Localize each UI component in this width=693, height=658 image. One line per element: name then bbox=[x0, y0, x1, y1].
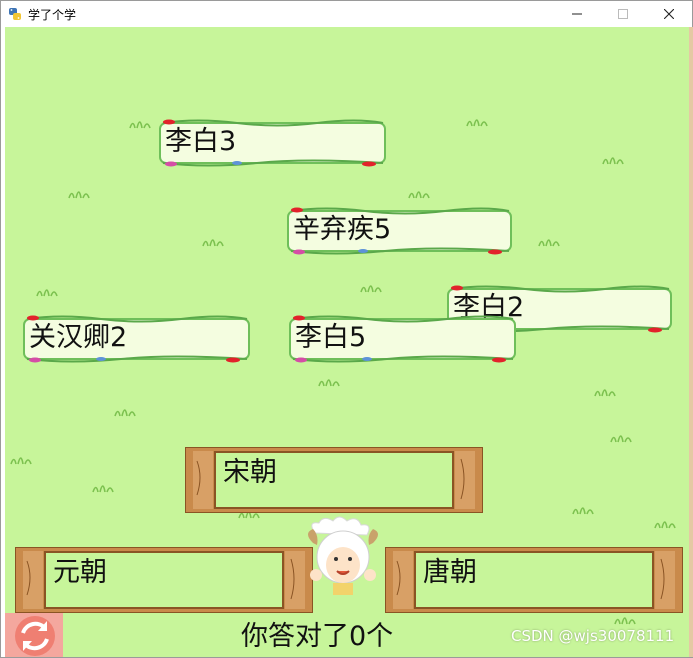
grass-tuft-icon bbox=[114, 409, 136, 417]
score-text: 你答对了0个 bbox=[241, 621, 394, 652]
minimize-button[interactable] bbox=[554, 1, 600, 27]
card-label: 李白5 bbox=[295, 322, 367, 353]
grass-tuft-icon bbox=[10, 457, 32, 465]
dynasty-bin-song[interactable]: 宋朝 bbox=[185, 447, 483, 513]
grass-tuft-icon bbox=[318, 379, 340, 387]
grass-tuft-icon bbox=[129, 121, 151, 129]
grass-tuft-icon bbox=[36, 289, 58, 297]
pleasant-goat-icon bbox=[308, 516, 378, 595]
game-board[interactable]: 李白3 辛弃疾5 李白2 关汉卿2 李白5 宋朝 元朝 唐朝 你答对了0个 CS… bbox=[5, 27, 689, 657]
close-icon bbox=[664, 9, 674, 19]
card-label: 李白3 bbox=[165, 126, 237, 157]
grass-tuft-icon bbox=[602, 157, 624, 165]
grass-tuft-icon bbox=[610, 435, 632, 443]
title-bar[interactable]: 学了个学 bbox=[1, 1, 692, 27]
grass-tuft-icon bbox=[538, 239, 560, 247]
refresh-button[interactable] bbox=[5, 613, 63, 657]
poet-card[interactable]: 关汉卿2 bbox=[21, 315, 253, 363]
grass-tuft-icon bbox=[614, 617, 636, 625]
grass-tuft-icon bbox=[202, 239, 224, 247]
grass-tuft-icon bbox=[466, 119, 488, 127]
app-window: 学了个学 李白3 辛弃疾5 李白2 关汉卿2 李白5 宋朝 元朝 唐朝 你答对了… bbox=[0, 0, 693, 658]
card-label: 关汉卿2 bbox=[29, 322, 128, 353]
dynasty-bin-tang[interactable]: 唐朝 bbox=[385, 547, 683, 613]
minimize-icon bbox=[572, 13, 582, 15]
poet-card[interactable]: 李白5 bbox=[287, 315, 519, 363]
bin-label: 宋朝 bbox=[223, 457, 277, 488]
window-edge bbox=[689, 27, 693, 657]
watermark: CSDN @wjs30078111 bbox=[511, 627, 675, 645]
bin-label: 唐朝 bbox=[423, 557, 477, 588]
grass-tuft-icon bbox=[654, 521, 676, 529]
maximize-icon bbox=[618, 9, 628, 19]
python-icon bbox=[9, 8, 21, 20]
grass-tuft-icon bbox=[360, 285, 382, 293]
poet-card[interactable]: 辛弃疾5 bbox=[285, 207, 515, 255]
maximize-button[interactable] bbox=[600, 1, 646, 27]
close-button[interactable] bbox=[646, 1, 692, 27]
grass-tuft-icon bbox=[92, 485, 114, 493]
bin-label: 元朝 bbox=[53, 557, 107, 588]
grass-tuft-icon bbox=[408, 191, 430, 199]
poet-card[interactable]: 李白3 bbox=[157, 119, 389, 167]
grass-tuft-icon bbox=[68, 191, 90, 199]
window-title: 学了个学 bbox=[28, 8, 77, 22]
dynasty-bin-yuan[interactable]: 元朝 bbox=[15, 547, 313, 613]
refresh-icon bbox=[5, 613, 63, 657]
card-label: 辛弃疾5 bbox=[293, 214, 392, 245]
grass-tuft-icon bbox=[572, 507, 594, 515]
grass-tuft-icon bbox=[594, 389, 616, 397]
